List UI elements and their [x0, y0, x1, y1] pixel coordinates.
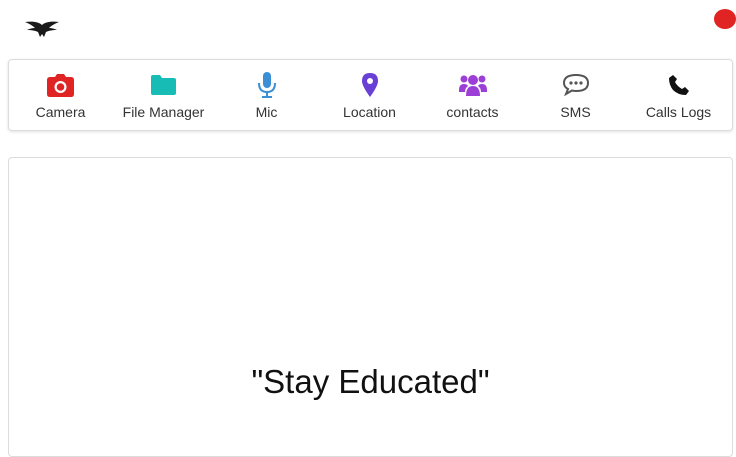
sms-label: SMS: [560, 104, 591, 120]
camera-label: Camera: [35, 104, 86, 120]
status-dot-icon: [714, 9, 736, 29]
camera-button[interactable]: Camera: [9, 60, 112, 130]
chat-bubble-icon: [562, 72, 590, 98]
location-label: Location: [343, 104, 396, 120]
main-panel: "Stay Educated": [8, 157, 733, 457]
feature-toolbar: Camera File Manager Mic Location contact…: [8, 59, 733, 131]
contacts-button[interactable]: contacts: [421, 60, 524, 130]
mic-label: Mic: [255, 104, 278, 120]
phone-icon: [665, 72, 693, 98]
mic-button[interactable]: Mic: [215, 60, 318, 130]
top-bar: [0, 0, 736, 56]
users-icon: [458, 72, 487, 98]
sms-button[interactable]: SMS: [524, 60, 627, 130]
location-button[interactable]: Location: [318, 60, 421, 130]
folder-icon: [150, 72, 178, 98]
camera-icon: [47, 72, 75, 98]
map-pin-icon: [356, 72, 384, 98]
contacts-label: contacts: [446, 104, 499, 120]
calls-logs-label: Calls Logs: [645, 104, 712, 120]
file-manager-label: File Manager: [122, 104, 205, 120]
microphone-icon: [253, 72, 281, 98]
file-manager-button[interactable]: File Manager: [112, 60, 215, 130]
calls-logs-button[interactable]: Calls Logs: [627, 60, 730, 130]
quote-text: "Stay Educated": [251, 363, 490, 400]
eagle-logo-icon[interactable]: [25, 20, 59, 38]
